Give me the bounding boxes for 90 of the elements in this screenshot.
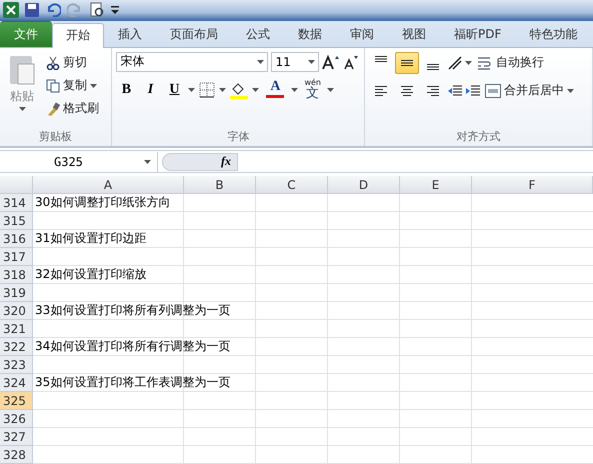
caret-icon — [252, 88, 260, 92]
row-header[interactable]: 320 — [0, 302, 33, 320]
merge-cells-icon — [485, 84, 502, 98]
group-label: 对齐方式 — [456, 128, 502, 145]
group-label: 剪贴板 — [38, 128, 74, 145]
border-icon[interactable] — [199, 82, 216, 98]
brush-icon — [46, 102, 60, 116]
table-cell-text: 33如何设置打印将所有列调整为一页 — [34, 302, 230, 319]
scissors-icon — [46, 56, 60, 70]
lines-icon — [400, 84, 414, 97]
wrap-text-button[interactable]: 自动换行 — [475, 52, 546, 74]
lines-icon — [426, 84, 440, 97]
column-header[interactable]: C — [256, 176, 328, 194]
table-cell-text: 31如何设置打印边距 — [34, 230, 146, 247]
print-preview-icon[interactable] — [89, 2, 105, 18]
color-bar-icon — [266, 94, 284, 98]
pages-icon — [46, 78, 60, 93]
cut-button[interactable]: 剪切 — [44, 52, 101, 74]
lines-icon — [375, 56, 388, 62]
ribbon-tab[interactable]: 福昕PDF — [440, 22, 516, 47]
caret-icon — [308, 60, 316, 64]
grow-font-icon[interactable] — [322, 54, 340, 70]
row-header[interactable]: 327 — [0, 428, 33, 446]
merge-center-button[interactable]: 合并后居中 — [483, 80, 576, 102]
row-header[interactable]: 316 — [0, 230, 33, 248]
shrink-font-icon[interactable] — [343, 54, 360, 70]
decrease-indent-icon[interactable] — [447, 84, 464, 98]
underline-button[interactable]: U — [164, 78, 184, 101]
phonetic-button[interactable]: wén 文 — [302, 78, 323, 102]
table-cell-text: 32如何设置打印缩放 — [34, 266, 146, 283]
fill-color-icon[interactable] — [230, 80, 248, 99]
group-label: 字体 — [226, 128, 250, 145]
table-cell-text: 30如何调整打印纸张方向 — [34, 194, 170, 211]
lines-icon — [401, 60, 414, 66]
bold-button[interactable]: B — [116, 78, 136, 101]
column-header[interactable]: E — [400, 176, 472, 194]
ribbon-tab[interactable]: 审阅 — [336, 22, 388, 47]
ribbon-tab[interactable]: 页面布局 — [156, 22, 232, 47]
caret-icon — [291, 88, 298, 92]
save-icon[interactable] — [25, 3, 39, 18]
caret-icon — [18, 106, 26, 111]
name-box[interactable]: G325 — [0, 152, 158, 172]
column-header[interactable]: D — [328, 176, 400, 194]
ribbon-tab[interactable]: 开始 — [52, 22, 104, 48]
column-header[interactable]: B — [184, 176, 256, 194]
ribbon-tab[interactable]: 数据 — [284, 22, 336, 47]
row-header[interactable]: 326 — [0, 410, 33, 428]
lines-icon — [374, 84, 388, 97]
caret-icon — [326, 88, 334, 92]
caret-icon — [257, 60, 264, 64]
caret-icon — [188, 88, 196, 92]
ribbon-tab[interactable]: 视图 — [388, 22, 440, 47]
caret-icon — [90, 84, 97, 88]
caret-icon — [144, 160, 151, 164]
italic-button[interactable]: I — [140, 78, 160, 101]
row-header[interactable]: 325 — [0, 392, 33, 410]
row-header[interactable]: 315 — [0, 212, 33, 230]
ribbon-tab[interactable]: 特色功能 — [515, 22, 592, 47]
column-header[interactable]: F — [472, 176, 593, 194]
row-header[interactable]: 317 — [0, 248, 33, 266]
undo-icon[interactable] — [45, 3, 61, 18]
align-middle-button[interactable] — [395, 52, 420, 74]
insert-function-button[interactable]: fx — [162, 152, 238, 171]
row-header[interactable]: 318 — [0, 266, 33, 284]
increase-indent-icon[interactable] — [465, 84, 482, 98]
excel-logo-icon[interactable] — [3, 2, 19, 18]
font-name-field[interactable]: 宋体 — [116, 52, 268, 72]
wrap-text-icon — [477, 56, 494, 70]
row-header[interactable]: 321 — [0, 320, 33, 338]
row-header[interactable]: 328 — [0, 446, 33, 464]
ribbon-tab[interactable]: 公式 — [232, 22, 284, 47]
customize-menu-icon[interactable] — [111, 5, 119, 16]
font-color-button[interactable]: A — [263, 78, 288, 101]
orientation-icon[interactable] — [447, 54, 474, 71]
row-header[interactable]: 314 — [0, 194, 33, 212]
table-cell-text: 34如何设置打印将所有行调整为一页 — [34, 338, 230, 355]
copy-button[interactable]: 复制 — [44, 74, 101, 97]
row-header[interactable]: 319 — [0, 284, 33, 302]
format-painter-button[interactable]: 格式刷 — [44, 98, 101, 120]
font-size-field[interactable]: 11 — [271, 52, 320, 72]
row-header[interactable]: 324 — [0, 374, 33, 392]
row-header[interactable]: 323 — [0, 356, 33, 374]
caret-icon — [219, 88, 226, 92]
ribbon-tab[interactable]: 插入 — [104, 22, 156, 47]
column-header[interactable]: A — [33, 176, 184, 194]
file-tab[interactable]: 文件 — [0, 20, 52, 47]
caret-icon — [567, 88, 574, 93]
lines-icon — [427, 64, 440, 70]
row-header[interactable]: 322 — [0, 338, 33, 356]
table-cell-text: 35如何设置打印将工作表调整为一页 — [34, 374, 230, 391]
